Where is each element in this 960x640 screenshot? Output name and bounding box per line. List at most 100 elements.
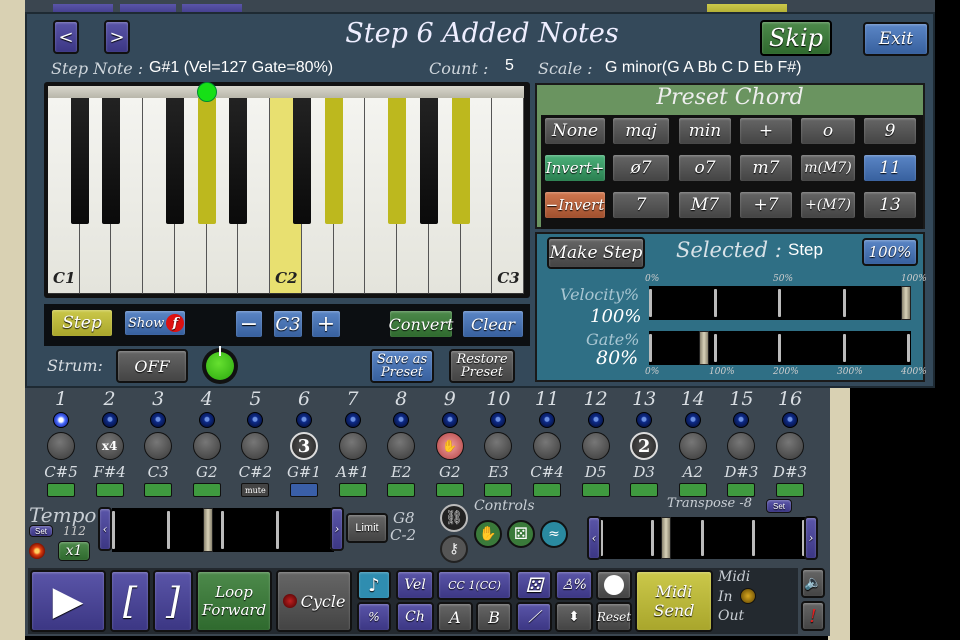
reset-button[interactable]: Reset — [596, 602, 632, 632]
step-toggle[interactable] — [47, 483, 75, 497]
piano-key-csharp2[interactable] — [292, 98, 311, 224]
make-step-button[interactable]: Make Step — [547, 237, 645, 269]
step-knob[interactable] — [581, 432, 610, 460]
step-toggle[interactable] — [533, 483, 561, 497]
strum-toggle[interactable]: OFF — [116, 349, 188, 383]
octave-down-button[interactable]: − — [234, 309, 264, 339]
chord-button-option[interactable]: ø7 — [611, 153, 671, 183]
exit-button[interactable]: Exit — [863, 22, 929, 56]
step-toggle[interactable] — [581, 483, 610, 497]
b-button[interactable]: B — [476, 602, 512, 632]
piano-key-asharp2[interactable] — [451, 98, 470, 224]
save-preset-button[interactable]: Save as Preset — [370, 349, 434, 383]
chord-button-option[interactable]: 13 — [862, 190, 918, 220]
tempo-slider-thumb[interactable] — [203, 508, 214, 552]
step-knob-hand-icon[interactable]: ✋ — [435, 432, 464, 460]
piano-key-dsharp1[interactable] — [102, 98, 121, 224]
dice-control-icon[interactable]: ⚄ — [507, 520, 535, 548]
step-knob[interactable]: x4 — [95, 432, 124, 460]
step-toggle[interactable] — [484, 483, 513, 497]
gate-slider-thumb[interactable] — [699, 331, 710, 365]
step-toggle[interactable] — [192, 483, 221, 497]
restore-preset-button[interactable]: Restore Preset — [449, 349, 515, 383]
piano-key-fsharp2[interactable] — [388, 98, 407, 224]
chord-button-option[interactable]: min — [677, 116, 733, 146]
chord-button-option[interactable]: 11 — [862, 153, 918, 183]
step-button[interactable]: Step — [50, 308, 114, 338]
step-toggle[interactable] — [387, 483, 416, 497]
play-button[interactable]: ▶ — [30, 570, 106, 632]
chord-button-invert[interactable]: −Invert — [543, 190, 607, 220]
wave-control-icon[interactable]: ≈ — [540, 520, 568, 548]
transpose-increase-button[interactable]: › — [804, 516, 818, 560]
piano-key-asharp1[interactable] — [229, 98, 248, 224]
step-knob[interactable] — [678, 432, 707, 460]
piano-key-csharp1[interactable] — [70, 98, 89, 224]
chord-button-option[interactable]: o7 — [677, 153, 733, 183]
chord-button-option[interactable]: m7 — [738, 153, 794, 183]
tempo-increase-button[interactable]: › — [330, 507, 344, 551]
midi-send-button[interactable]: Midi Send — [635, 570, 713, 632]
chord-button-option[interactable]: 9 — [862, 116, 918, 146]
step-toggle[interactable] — [630, 483, 659, 497]
octave-up-button[interactable]: + — [310, 309, 342, 339]
circle-button[interactable] — [596, 570, 632, 600]
chord-button-option[interactable]: +7 — [738, 190, 794, 220]
tempo-set-button[interactable]: Set — [29, 525, 53, 537]
limit-button[interactable]: Limit — [346, 513, 388, 543]
chord-button-option[interactable]: + — [738, 116, 794, 146]
user-percent-button[interactable]: ♙% — [555, 570, 593, 600]
step-toggle[interactable] — [95, 483, 124, 497]
ch-button[interactable]: Ch — [396, 602, 434, 632]
step-toggle[interactable]: mute — [241, 483, 270, 497]
vel-button[interactable]: Vel — [396, 570, 434, 600]
step-knob[interactable] — [192, 432, 221, 460]
key-icon[interactable]: ⚷ — [440, 535, 468, 563]
step-knob[interactable] — [387, 432, 416, 460]
tempo-decrease-button[interactable]: ‹ — [98, 507, 112, 551]
chord-button-option[interactable]: o — [799, 116, 857, 146]
chord-button-invert+[interactable]: Invert+ — [543, 153, 607, 183]
clear-button[interactable]: Clear — [461, 309, 525, 339]
convert-button[interactable]: Convert — [388, 309, 454, 339]
loop-forward-button[interactable]: Loop Forward — [196, 570, 272, 632]
chord-button-option[interactable]: 7 — [611, 190, 671, 220]
show-button[interactable]: Show f — [123, 309, 187, 337]
sound-button[interactable]: 🔈 — [801, 568, 825, 598]
loop-start-button[interactable]: [ — [110, 570, 150, 632]
cc-button[interactable]: CC 1(CC) — [437, 570, 512, 600]
piano-key-c3[interactable]: C3 — [492, 98, 524, 294]
piano-key-gsharp1[interactable] — [197, 98, 216, 224]
a-button[interactable]: A — [437, 602, 473, 632]
step-knob[interactable] — [484, 432, 513, 460]
chord-button-option[interactable]: +(M7) — [799, 190, 857, 220]
step-toggle[interactable] — [290, 483, 318, 497]
chord-button-none[interactable]: None — [543, 116, 607, 146]
step-toggle[interactable] — [727, 483, 756, 497]
strum-knob[interactable] — [202, 346, 238, 384]
note-mode-button[interactable]: ♪ — [357, 570, 391, 600]
step-toggle[interactable] — [144, 483, 173, 497]
piano-key-fsharp1[interactable] — [165, 98, 184, 224]
slope-button[interactable]: ⟋ — [516, 602, 552, 632]
percent-button[interactable]: 100% — [862, 238, 918, 266]
hand-control-icon[interactable]: ✋ — [474, 520, 502, 548]
step-toggle[interactable] — [678, 483, 707, 497]
step-toggle[interactable] — [338, 483, 367, 497]
cycle-button[interactable]: Cycle — [276, 570, 352, 632]
chord-button-option[interactable]: m(M7) — [799, 153, 857, 183]
step-knob[interactable] — [241, 432, 270, 460]
step-knob[interactable] — [776, 432, 804, 460]
step-knob[interactable]: 2 — [630, 432, 659, 460]
step-knob[interactable] — [47, 432, 75, 460]
step-knob[interactable]: 3 — [290, 432, 318, 460]
up-down-button[interactable]: ⬍ — [555, 602, 593, 632]
step-knob[interactable] — [338, 432, 367, 460]
tempo-multiplier-button[interactable]: x1 — [58, 541, 90, 561]
transpose-decrease-button[interactable]: ‹ — [587, 516, 601, 560]
velocity-slider-thumb[interactable] — [901, 286, 911, 320]
step-knob[interactable] — [727, 432, 756, 460]
step-toggle[interactable] — [435, 483, 464, 497]
skip-button[interactable]: Skip — [760, 20, 832, 56]
chord-button-option[interactable]: maj — [611, 116, 671, 146]
